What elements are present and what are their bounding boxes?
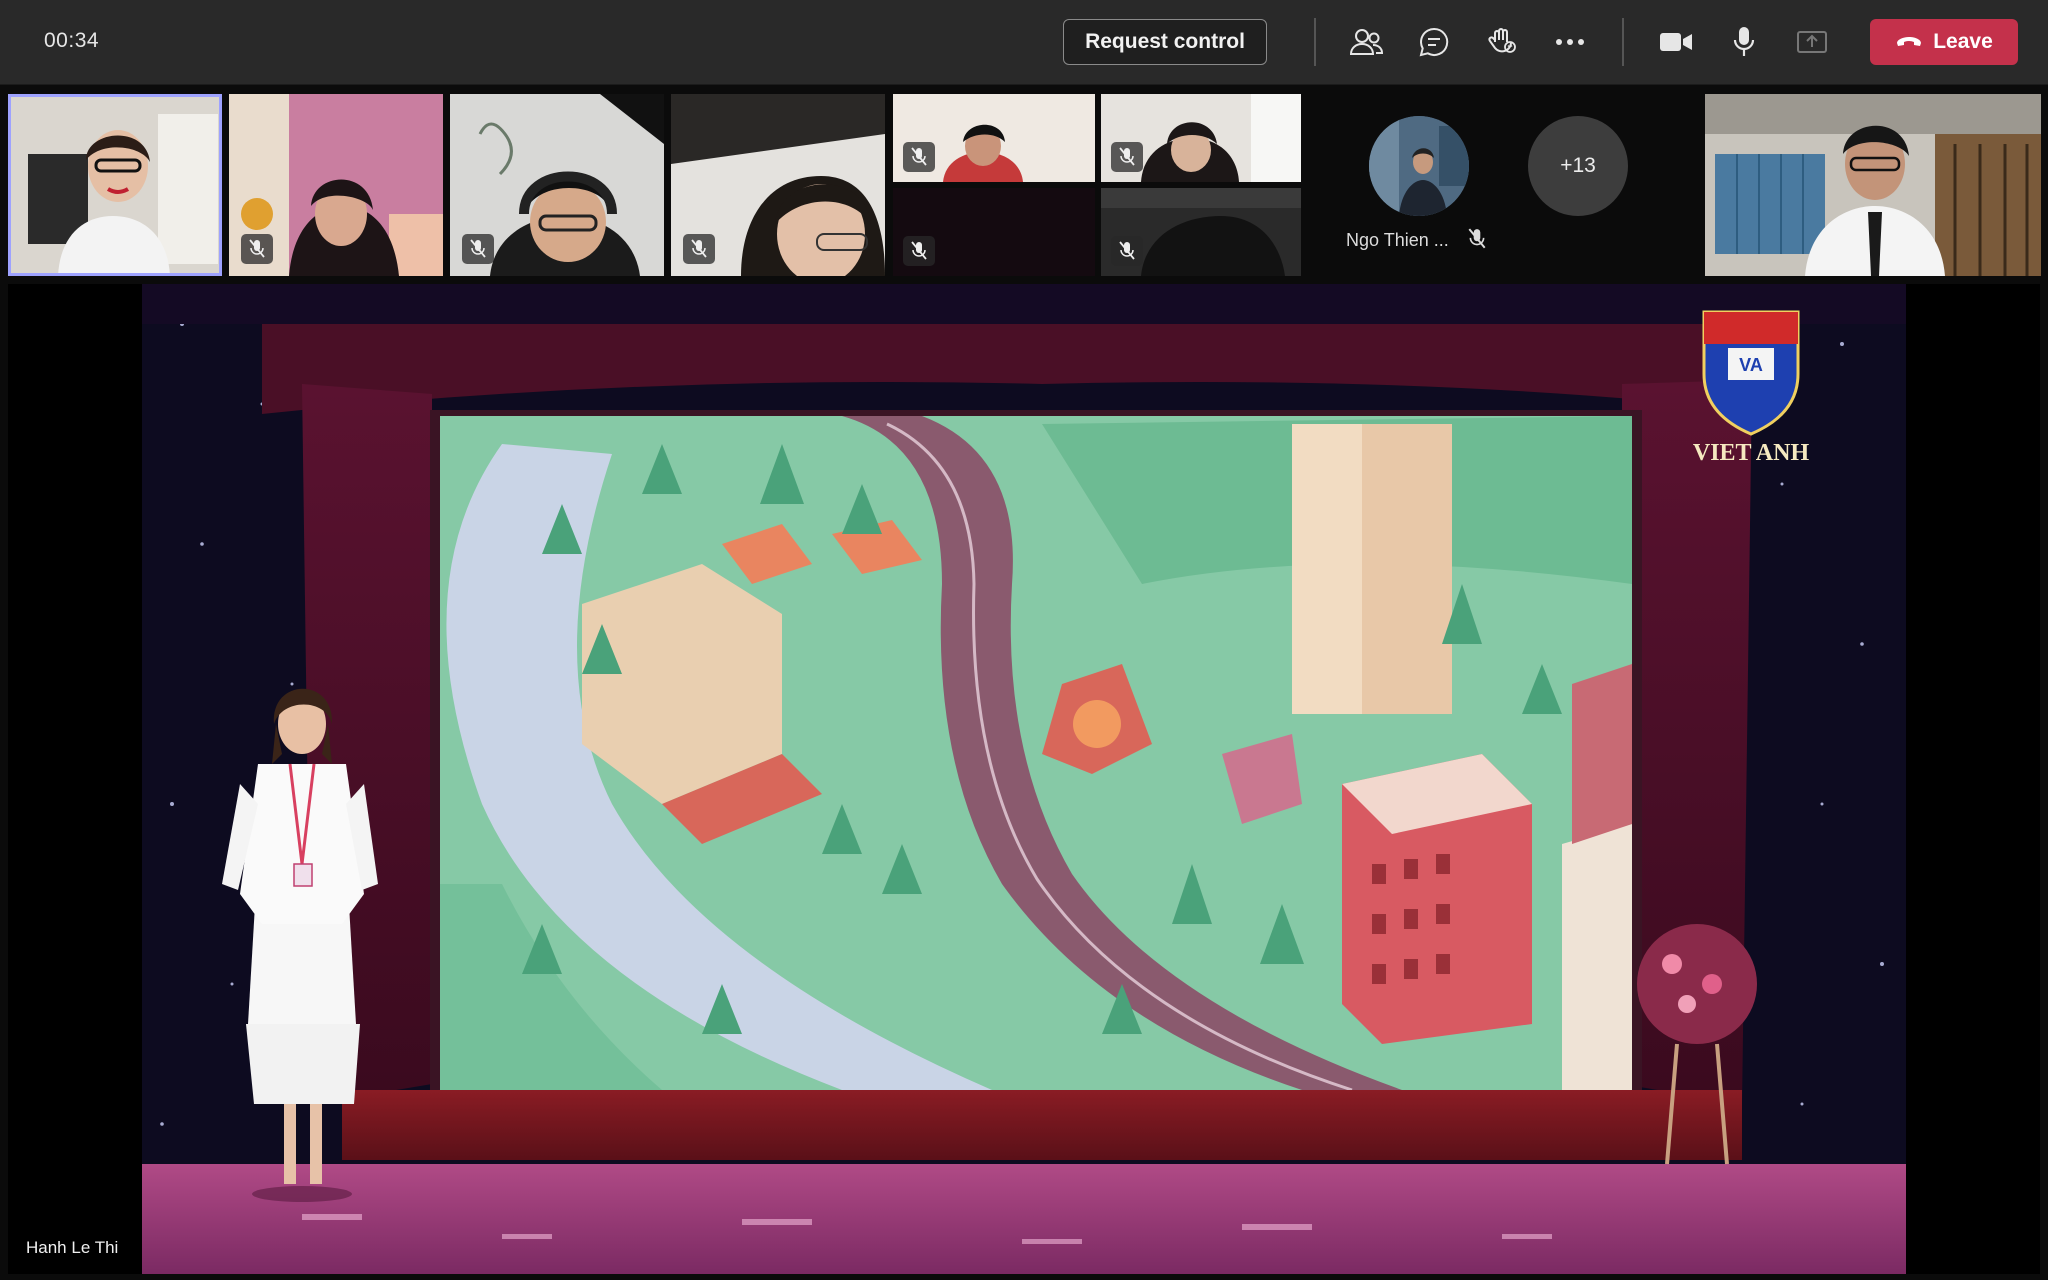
participant-video (8, 94, 222, 276)
request-control-button[interactable]: Request control (1063, 19, 1267, 65)
muted-mic-icon (683, 234, 715, 264)
participant-tile[interactable] (1705, 94, 2041, 276)
more-options-icon[interactable] (1550, 22, 1590, 62)
more-participants-button[interactable]: +13 (1528, 116, 1628, 216)
share-tray-icon (1792, 22, 1832, 62)
participant-avatar-tile[interactable] (1354, 116, 1484, 216)
leave-label: Leave (1933, 30, 1993, 53)
svg-text:VA: VA (1739, 355, 1763, 375)
muted-mic-icon (903, 142, 935, 172)
participant-tile-active[interactable] (8, 94, 222, 276)
participant-tile[interactable] (893, 94, 1095, 182)
shared-video-feed: VA VIET ANH (142, 284, 1906, 1274)
people-icon[interactable] (1346, 22, 1386, 62)
muted-mic-icon (241, 234, 273, 264)
presenter-name-label: Hanh Le Thi (26, 1238, 119, 1257)
raise-hand-icon[interactable] (1482, 22, 1522, 62)
virtual-stage-scene: VA VIET ANH (142, 284, 1906, 1274)
meeting-toolbar: 00:34 Request control Leave (0, 0, 2048, 85)
participant-tile[interactable] (1101, 94, 1301, 182)
participant-tile[interactable] (1101, 188, 1301, 276)
participant-tile[interactable] (893, 188, 1095, 276)
phone-hangup-icon (1895, 30, 1923, 54)
teams-meeting-window: 00:34 Request control Leave Ngo Thien ..… (0, 0, 2048, 1280)
leave-button[interactable]: Leave (1870, 19, 2018, 65)
avatar (1369, 116, 1469, 216)
participant-tile[interactable] (450, 94, 664, 276)
muted-mic-icon (1468, 228, 1486, 255)
chat-icon[interactable] (1414, 22, 1454, 62)
svg-text:VIET ANH: VIET ANH (1693, 440, 1810, 466)
meeting-timer: 00:34 (44, 29, 100, 52)
viet-anh-logo: VA VIET ANH (1693, 310, 1810, 466)
participant-tile[interactable] (229, 94, 443, 276)
participant-name: Ngo Thien ... (1346, 230, 1449, 250)
toolbar-divider (1314, 18, 1316, 66)
muted-mic-icon (462, 234, 494, 264)
participant-tile[interactable] (671, 94, 885, 276)
toolbar-divider (1622, 18, 1624, 66)
muted-mic-icon (1111, 236, 1143, 266)
muted-mic-icon (903, 236, 935, 266)
participant-strip: Ngo Thien ... +13 (0, 86, 2048, 282)
participant-video (1705, 94, 2041, 276)
muted-mic-icon (1111, 142, 1143, 172)
camera-icon[interactable] (1656, 22, 1696, 62)
main-stage: VA VIET ANH Hanh Le Thi (8, 284, 2040, 1274)
microphone-icon[interactable] (1724, 22, 1764, 62)
